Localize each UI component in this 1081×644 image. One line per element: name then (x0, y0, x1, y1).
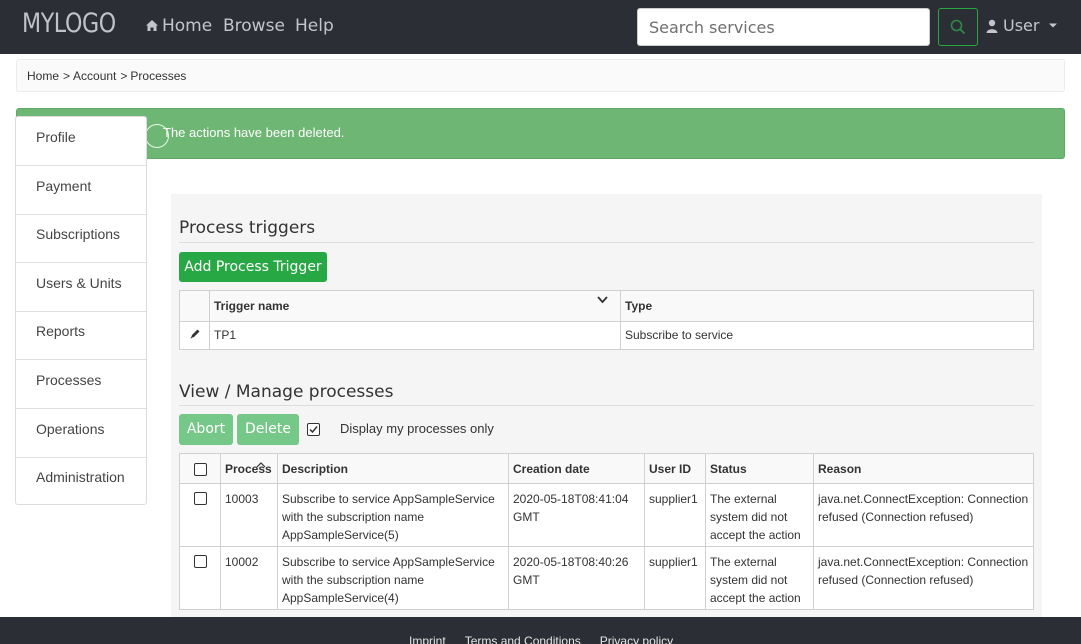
nav-home-label: Home (162, 16, 213, 36)
process-id-cell: 10002 (220, 546, 278, 610)
success-alert: The actions have been deleted. (16, 108, 1065, 159)
table-row[interactable]: 10003 Subscribe to service AppSampleServ… (179, 483, 1034, 547)
status-cell: The external system did not accept the a… (705, 546, 814, 610)
creation-date-cell: 2020-05-18T08:41:04 GMT (508, 483, 645, 547)
row-select-cell (179, 546, 221, 610)
process-id-cell: 10003 (220, 483, 278, 547)
home-icon (146, 20, 158, 31)
reason-header[interactable]: Reason (813, 453, 1034, 484)
breadcrumb-account[interactable]: Account (73, 69, 116, 83)
section-divider (179, 242, 1034, 243)
status-header[interactable]: Status (705, 453, 814, 484)
table-row[interactable]: 10002 Subscribe to service AppSampleServ… (179, 546, 1034, 610)
search-button[interactable] (938, 8, 978, 46)
nav-home-link[interactable]: Home (145, 16, 212, 36)
user-menu[interactable]: User (986, 16, 1058, 35)
user-id-header[interactable]: User ID (644, 453, 706, 484)
chevron-down-icon[interactable] (597, 296, 608, 304)
table-header-row: Trigger name Type (179, 290, 1034, 322)
sidebar-item-profile[interactable]: Profile (16, 117, 146, 166)
process-triggers-table: Trigger name Type TP1 Subscribe to servi… (179, 290, 1034, 350)
logo[interactable]: MYLOGO (22, 8, 116, 39)
search-icon (950, 19, 966, 35)
creation-date-header[interactable]: Creation date (508, 453, 645, 484)
breadcrumb-separator: > (120, 69, 128, 83)
sidebar-item-operations[interactable]: Operations (16, 409, 146, 458)
select-all-checkbox[interactable] (193, 463, 207, 476)
section-divider (179, 405, 1034, 406)
display-own-checkbox[interactable] (307, 423, 320, 436)
description-cell: Subscribe to service AppSampleService wi… (277, 546, 509, 610)
alert-message: The actions have been deleted. (163, 125, 345, 140)
breadcrumb-separator: > (63, 69, 71, 83)
process-header[interactable]: Process (220, 453, 278, 484)
add-process-trigger-button[interactable]: Add Process Trigger (179, 252, 327, 282)
breadcrumb-current: Processes (130, 69, 187, 83)
search-input[interactable] (637, 8, 930, 46)
select-all-cell (179, 453, 221, 484)
trigger-name-cell: TP1 (209, 321, 621, 350)
trigger-type-cell: Subscribe to service (620, 321, 1034, 350)
row-checkbox[interactable] (193, 492, 207, 505)
row-select-cell (179, 483, 221, 547)
sidebar-item-payment[interactable]: Payment (16, 166, 146, 215)
user-id-cell: supplier1 (644, 546, 706, 610)
description-cell: Subscribe to service AppSampleService wi… (277, 483, 509, 547)
creation-date-cell: 2020-05-18T08:40:26 GMT (508, 546, 645, 610)
pencil-icon[interactable] (189, 328, 201, 340)
edit-cell[interactable] (179, 321, 210, 350)
user-icon (986, 19, 998, 33)
caret-down-icon (1049, 23, 1058, 27)
manage-processes-title: View / Manage processes (179, 382, 394, 402)
top-navbar: MYLOGO Home Browse Help User (0, 0, 1081, 54)
sidebar-item-users-units[interactable]: Users & Units (16, 263, 146, 312)
reason-cell: java.net.ConnectException: Connection re… (813, 546, 1034, 610)
row-checkbox[interactable] (193, 555, 207, 568)
nav-help-link[interactable]: Help (295, 16, 334, 36)
footer: Imprint Terms and Conditions Privacy pol… (0, 617, 1081, 644)
reason-cell: java.net.ConnectException: Connection re… (813, 483, 1034, 547)
sidebar-item-administration[interactable]: Administration (16, 457, 146, 506)
description-header[interactable]: Description (277, 453, 509, 484)
footer-privacy-link[interactable]: Privacy policy (600, 634, 673, 644)
footer-imprint-link[interactable]: Imprint (409, 634, 446, 644)
sidebar-item-processes[interactable]: Processes (16, 360, 146, 409)
breadcrumb-home[interactable]: Home (27, 69, 59, 83)
breadcrumb: Home > Account > Processes (16, 59, 1065, 92)
trigger-name-header[interactable]: Trigger name (209, 290, 621, 322)
table-row[interactable]: TP1 Subscribe to service (179, 321, 1034, 350)
trigger-name-header-label: Trigger name (214, 299, 290, 313)
type-header[interactable]: Type (620, 290, 1034, 322)
sort-up-icon[interactable] (256, 462, 266, 468)
delete-button[interactable]: Delete (237, 414, 299, 445)
edit-column-header (179, 290, 210, 322)
sidebar-item-subscriptions[interactable]: Subscriptions (16, 214, 146, 263)
table-header-row: Process Description Creation date User I… (179, 453, 1034, 484)
footer-terms-link[interactable]: Terms and Conditions (465, 634, 581, 644)
user-menu-label: User (1003, 16, 1040, 35)
user-id-cell: supplier1 (644, 483, 706, 547)
process-triggers-title: Process triggers (179, 218, 316, 238)
account-sidebar: Profile Payment Subscriptions Users & Un… (15, 116, 147, 505)
processes-table: Process Description Creation date User I… (179, 453, 1034, 610)
checkmark-icon (309, 426, 318, 434)
nav-browse-link[interactable]: Browse (223, 16, 285, 36)
display-own-label[interactable]: Display my processes only (340, 421, 494, 436)
abort-button[interactable]: Abort (179, 414, 233, 445)
footer-links: Imprint Terms and Conditions Privacy pol… (409, 634, 673, 644)
status-cell: The external system did not accept the a… (705, 483, 814, 547)
sidebar-item-reports[interactable]: Reports (16, 311, 146, 360)
